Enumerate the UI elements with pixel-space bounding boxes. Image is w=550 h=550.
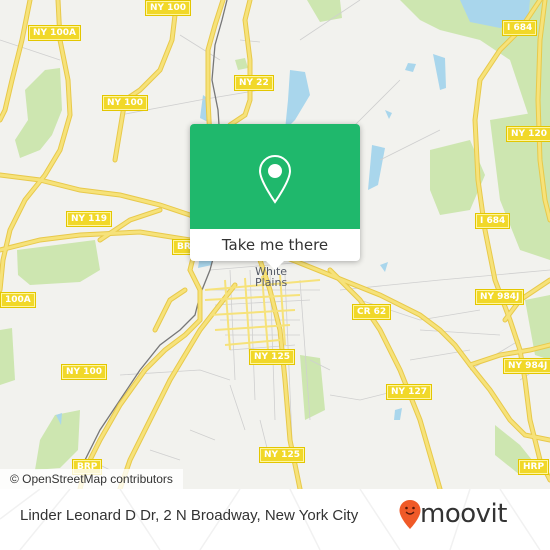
destination-address: Linder Leonard D Dr, 2 N Broadway, New Y… [20, 507, 359, 524]
map-pin-icon [258, 154, 292, 204]
footer-bar: Linder Leonard D Dr, 2 N Broadway, New Y… [0, 489, 550, 550]
take-me-there-button[interactable]: Take me there [190, 229, 360, 261]
route-shield: NY 100 [102, 95, 148, 111]
route-shield: NY 984J [475, 289, 525, 305]
route-shield: NY 125 [259, 447, 305, 463]
route-shield: NY 100A [28, 25, 81, 41]
popup-header [190, 124, 360, 229]
route-shield: NY 22 [234, 75, 274, 91]
moovit-brand: moovit [420, 499, 507, 529]
city-label-line2: Plains [255, 276, 288, 289]
map-attribution[interactable]: © OpenStreetMap contributors [0, 469, 183, 489]
route-shield: NY 984J [503, 358, 550, 374]
route-shield: NY 100 [145, 0, 191, 16]
moovit-logo-icon [399, 500, 421, 529]
route-shield: NY 120 [506, 126, 550, 142]
route-shield: NY 119 [66, 211, 112, 227]
route-shield: I 684 [502, 20, 538, 36]
route-shield: 100A [0, 292, 36, 308]
route-shield: CR 62 [352, 304, 392, 320]
destination-popup: Take me there [190, 124, 360, 270]
route-shield: I 684 [475, 213, 511, 229]
route-shield: NY 100 [61, 364, 107, 380]
popup-pointer [266, 261, 284, 270]
route-shield: HRP [518, 459, 550, 475]
route-shield: NY 127 [386, 384, 432, 400]
map-view[interactable]: White Plains NY 100 NY 100A NY 100 NY 22… [0, 0, 550, 489]
route-shield: NY 125 [249, 349, 295, 365]
